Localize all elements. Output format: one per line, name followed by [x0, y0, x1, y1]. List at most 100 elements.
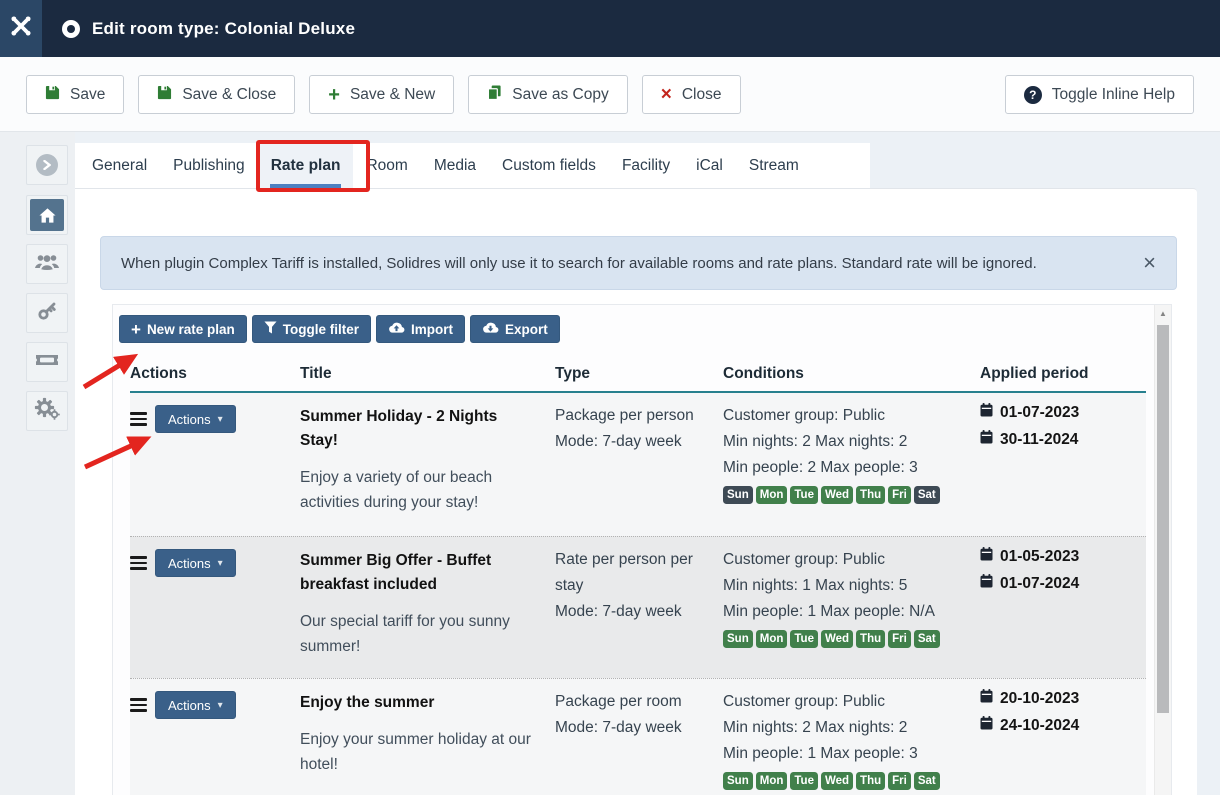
rate-plan-description: Enjoy your summer holiday at our hotel! — [300, 727, 537, 777]
plus-icon: + — [328, 85, 340, 105]
save-button[interactable]: Save — [26, 75, 124, 114]
scroll-up-arrow-icon[interactable]: ▲ — [1155, 309, 1171, 318]
sidebar-item-settings[interactable] — [26, 391, 68, 431]
rate-plan-type: Rate per person per stay — [555, 547, 705, 599]
scrollbar-thumb[interactable] — [1157, 325, 1169, 713]
day-badge: Sat — [914, 772, 940, 790]
edit-room-tabs: General Publishing Rate plan Room Media … — [75, 143, 870, 188]
rate-plan-description: Enjoy a variety of our beach activities … — [300, 465, 537, 515]
day-badge: Thu — [856, 486, 885, 504]
export-button[interactable]: Export — [470, 315, 560, 343]
row-actions-button[interactable]: Actions ▾ — [155, 691, 236, 719]
info-alert: When plugin Complex Tariff is installed,… — [100, 236, 1177, 290]
weekday-badges: Sun Mon Tue Wed Thu Fri Sat — [723, 486, 962, 504]
day-badge: Wed — [821, 630, 853, 648]
column-header-title: Title — [300, 365, 555, 383]
rate-plan-title-link[interactable]: Summer Holiday - 2 Nights Stay! — [300, 403, 537, 453]
save-as-copy-button[interactable]: Save as Copy — [468, 75, 628, 114]
rate-plan-type: Package per person — [555, 403, 705, 429]
condition-customer-group: Customer group: Public — [723, 547, 962, 573]
day-badge: Sun — [723, 630, 753, 648]
day-badge: Sat — [914, 486, 940, 504]
day-badge: Tue — [790, 486, 818, 504]
caret-down-icon: ▾ — [218, 558, 223, 569]
row-actions-button[interactable]: Actions ▾ — [155, 549, 236, 577]
tab-rate-plan[interactable]: Rate plan — [258, 143, 354, 188]
calendar-icon — [980, 574, 993, 594]
day-badge: Sun — [723, 772, 753, 790]
rate-plan-title-link[interactable]: Enjoy the summer — [300, 689, 537, 715]
row-actions-button[interactable]: Actions ▾ — [155, 405, 236, 433]
column-header-applied-period: Applied period — [980, 365, 1146, 383]
period-end: 24-10-2024 — [980, 716, 1128, 736]
caret-down-icon: ▾ — [218, 700, 223, 711]
close-x-icon: × — [661, 85, 672, 104]
weekday-badges: Sun Mon Tue Wed Thu Fri Sat — [723, 630, 962, 648]
tab-content-card: When plugin Complex Tariff is installed,… — [75, 188, 1197, 795]
sidebar-item-users[interactable] — [26, 244, 68, 284]
save-and-new-button[interactable]: + Save & New — [309, 75, 454, 114]
hamburger-icon[interactable] — [130, 556, 147, 570]
action-toolbar: Save Save & Close + Save & New Save as C… — [0, 57, 1220, 132]
rate-plan-mode: Mode: 7-day week — [555, 715, 705, 741]
table-row: Actions ▾ Summer Big Offer - Buffet brea… — [130, 536, 1146, 678]
table-header-row: Actions Title Type Conditions Applied pe… — [130, 365, 1146, 393]
condition-customer-group: Customer group: Public — [723, 689, 962, 715]
tab-room[interactable]: Room — [353, 143, 420, 188]
table-row: Actions ▾ Enjoy the summer Enjoy your su… — [130, 678, 1146, 795]
key-icon — [37, 301, 57, 326]
day-badge: Mon — [756, 772, 788, 790]
close-button[interactable]: × Close — [642, 75, 741, 114]
hamburger-icon[interactable] — [130, 412, 147, 426]
joomla-logo-button[interactable] — [0, 0, 42, 57]
tab-media[interactable]: Media — [421, 143, 489, 188]
column-header-type: Type — [555, 365, 723, 383]
tab-facility[interactable]: Facility — [609, 143, 683, 188]
vertical-scrollbar[interactable]: ▲ — [1154, 305, 1171, 795]
tab-ical[interactable]: iCal — [683, 143, 736, 188]
condition-people: Min people: 1 Max people: N/A — [723, 599, 962, 625]
tab-publishing[interactable]: Publishing — [160, 143, 258, 188]
admin-sidebar — [0, 132, 75, 795]
calendar-icon — [980, 430, 993, 450]
calendar-icon — [980, 689, 993, 709]
tab-custom-fields[interactable]: Custom fields — [489, 143, 609, 188]
new-rate-plan-button[interactable]: + New rate plan — [119, 315, 247, 343]
period-start: 20-10-2023 — [980, 689, 1128, 709]
import-button[interactable]: Import — [376, 315, 465, 343]
weekday-badges: Sun Mon Tue Wed Thu Fri Sat — [723, 772, 962, 790]
alert-close-button[interactable]: × — [1143, 252, 1156, 274]
day-badge: Fri — [888, 772, 911, 790]
day-badge: Fri — [888, 486, 911, 504]
day-badge: Wed — [821, 772, 853, 790]
tab-stream[interactable]: Stream — [736, 143, 812, 188]
condition-customer-group: Customer group: Public — [723, 403, 962, 429]
gears-icon — [34, 397, 60, 425]
rate-plan-panel: + New rate plan Toggle filter Import Ex — [112, 304, 1172, 795]
toggle-filter-button[interactable]: Toggle filter — [252, 315, 371, 343]
question-circle-icon: ? — [1024, 86, 1042, 104]
plus-icon: + — [131, 321, 141, 338]
sidebar-item-tickets[interactable] — [26, 342, 68, 382]
sidebar-expand-button[interactable] — [26, 145, 68, 185]
calendar-icon — [980, 403, 993, 423]
home-icon — [30, 199, 64, 231]
day-badge: Sun — [723, 486, 753, 504]
period-start: 01-07-2023 — [980, 403, 1128, 423]
condition-nights: Min nights: 1 Max nights: 5 — [723, 573, 962, 599]
period-end: 30-11-2024 — [980, 430, 1128, 450]
column-header-actions: Actions — [130, 365, 300, 383]
copy-icon — [487, 85, 502, 105]
table-row: Actions ▾ Summer Holiday - 2 Nights Stay… — [130, 393, 1146, 536]
tab-general[interactable]: General — [79, 143, 160, 188]
rate-plan-title-link[interactable]: Summer Big Offer - Buffet breakfast incl… — [300, 547, 537, 597]
save-and-close-button[interactable]: Save & Close — [138, 75, 295, 114]
app-header: Edit room type: Colonial Deluxe — [0, 0, 1220, 57]
sidebar-item-access[interactable] — [26, 293, 68, 333]
day-badge: Mon — [756, 630, 788, 648]
day-badge: Sat — [914, 630, 940, 648]
toggle-inline-help-button[interactable]: ? Toggle Inline Help — [1005, 75, 1194, 114]
rate-plans-table: Actions Title Type Conditions Applied pe… — [130, 365, 1146, 795]
sidebar-item-dashboard[interactable] — [26, 195, 68, 235]
hamburger-icon[interactable] — [130, 698, 147, 712]
